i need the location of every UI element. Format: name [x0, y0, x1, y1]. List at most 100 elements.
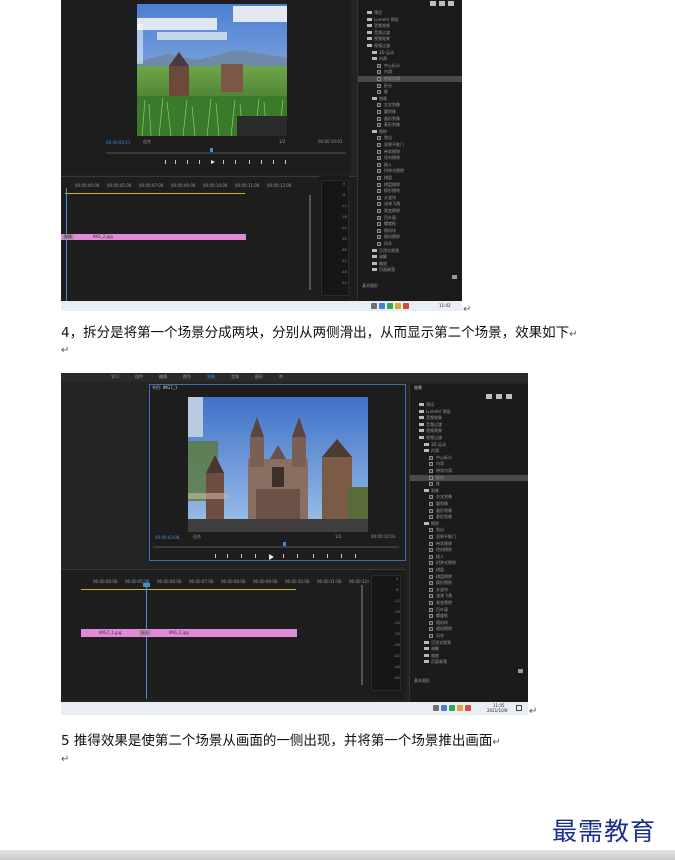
effects-folder[interactable]: 内滑 — [410, 448, 528, 454]
effects-folder[interactable]: 3D 运动 — [410, 442, 528, 448]
mark-in-icon[interactable] — [165, 160, 170, 164]
effects-item[interactable]: 随机块 — [410, 620, 528, 626]
tray-icon[interactable] — [403, 303, 409, 309]
filter-yuv-icon[interactable] — [448, 1, 454, 6]
effects-item[interactable]: 推 — [410, 481, 528, 487]
tray-icon[interactable] — [387, 303, 393, 309]
effects-folder[interactable]: 音频过渡 — [358, 30, 462, 36]
step-back-icon[interactable] — [199, 160, 204, 164]
effects-item[interactable]: 渐变擦除 — [410, 600, 528, 606]
scrub-bar[interactable] — [106, 152, 346, 154]
lift-icon[interactable] — [249, 160, 254, 164]
effects-folder[interactable]: Lumetri 预设 — [410, 409, 528, 415]
tray-icon[interactable] — [433, 705, 439, 711]
effects-folder[interactable]: 页面剥落 — [358, 267, 462, 273]
step-forward-icon[interactable] — [223, 160, 228, 164]
timeline-scrollbar[interactable] — [361, 585, 363, 685]
effects-item[interactable]: 楔形擦除 — [358, 188, 462, 194]
workspace-tab[interactable]: 组件 — [135, 374, 143, 380]
fit-dropdown[interactable]: 适合 — [143, 139, 151, 145]
effects-item[interactable]: 插入 — [410, 554, 528, 560]
effects-item[interactable]: 棋盘擦除 — [358, 182, 462, 188]
effects-item[interactable]: 盒形划像 — [410, 508, 528, 514]
work-area-bar[interactable] — [65, 193, 245, 194]
go-to-in-icon[interactable] — [241, 554, 246, 558]
effects-item[interactable]: 盒形划像 — [358, 116, 462, 122]
play-icon[interactable] — [211, 160, 215, 164]
essential-graphics-tab[interactable]: 基本图形 — [362, 283, 378, 289]
effects-item[interactable]: 螺旋框 — [358, 221, 462, 227]
effects-item[interactable]: 带状内滑 — [410, 468, 528, 474]
lift-icon[interactable] — [313, 554, 318, 558]
current-timecode[interactable]: 00:00:04:11 — [106, 140, 130, 145]
effects-item[interactable]: 划出 — [410, 527, 528, 533]
effects-folder[interactable]: 音频效果 — [410, 415, 528, 421]
workspace-tab[interactable]: 颜色 — [183, 374, 191, 380]
mark-out-icon[interactable] — [227, 554, 232, 558]
effects-item[interactable]: 划出 — [358, 135, 462, 141]
effects-folder[interactable]: 溶解 — [410, 646, 528, 652]
play-icon[interactable] — [269, 554, 274, 560]
step-back-icon[interactable] — [255, 554, 260, 558]
tray-icon[interactable] — [395, 303, 401, 309]
effects-item[interactable]: 双侧平推门 — [358, 142, 462, 148]
effects-item[interactable]: 带状内滑 — [358, 76, 462, 82]
timeline-playhead-head[interactable] — [143, 583, 150, 587]
effects-item[interactable]: 插入 — [358, 162, 462, 168]
effects-folder[interactable]: Lumetri 预设 — [358, 17, 462, 23]
effects-folder[interactable]: 预设 — [358, 10, 462, 16]
export-frame-icon[interactable] — [341, 554, 346, 558]
workspace-tab[interactable]: 学习 — [111, 374, 119, 380]
button-editor-icon[interactable] — [355, 554, 360, 558]
effects-item[interactable]: 楔形擦除 — [410, 580, 528, 586]
effects-item[interactable]: 交叉划像 — [410, 494, 528, 500]
effects-item[interactable]: 交叉划像 — [358, 102, 462, 108]
effects-item[interactable]: 随机块 — [358, 228, 462, 234]
timeline-playhead[interactable] — [66, 188, 67, 301]
timeline-scrollbar[interactable] — [309, 195, 311, 290]
go-to-out-icon[interactable] — [235, 160, 240, 164]
effects-item[interactable]: 百叶窗 — [410, 607, 528, 613]
effects-item[interactable]: 拆分 — [410, 474, 528, 481]
workspace-tab-active[interactable]: 效果 — [207, 374, 215, 380]
filter-32bit-icon[interactable] — [439, 1, 445, 6]
effects-item[interactable]: 百叶窗 — [358, 215, 462, 221]
effects-item[interactable]: 螺旋框 — [410, 613, 528, 619]
effects-item[interactable]: 推 — [358, 89, 462, 95]
go-to-out-icon[interactable] — [297, 554, 302, 558]
timeline-playhead[interactable] — [146, 583, 147, 699]
export-frame-icon[interactable] — [273, 160, 278, 164]
work-area-bar[interactable] — [81, 589, 296, 590]
extract-icon[interactable] — [327, 554, 332, 558]
effects-item[interactable]: 中心拆分 — [410, 455, 528, 461]
timeline-clip[interactable]: 图像 IMG_2.jpg — [61, 234, 246, 240]
effects-item[interactable]: 油漆飞溅 — [410, 593, 528, 599]
effects-item[interactable]: 菱形划像 — [358, 122, 462, 128]
effects-folder[interactable]: 视频效果 — [358, 36, 462, 42]
filter-yuv-icon[interactable] — [506, 394, 512, 399]
effects-item[interactable]: 内滑 — [410, 461, 528, 467]
current-timecode[interactable]: 00:00:03:08 — [155, 535, 179, 540]
fit-dropdown[interactable]: 适合 — [193, 534, 201, 540]
new-item-icon[interactable] — [452, 275, 457, 279]
effects-folder[interactable]: 沉浸式视频 — [410, 640, 528, 646]
effects-folder[interactable]: 音频过渡 — [410, 422, 528, 428]
effects-item[interactable]: 油漆飞溅 — [358, 201, 462, 207]
effects-folder[interactable]: 视频过渡 — [358, 43, 462, 49]
effects-panel-title[interactable]: 效果 — [414, 385, 422, 391]
effects-item[interactable]: 拆分 — [358, 83, 462, 89]
timeline-clip[interactable]: IMG7_1.jpg 拆分 IMG_2.jpg — [81, 629, 297, 637]
extract-icon[interactable] — [261, 160, 266, 164]
effects-folder[interactable]: 音频效果 — [358, 23, 462, 29]
effects-folder[interactable]: 擦除 — [358, 129, 462, 135]
timeline-ruler[interactable]: 00:00:00:00 00:00:05:00 00:00:07:00 00:0… — [61, 183, 311, 191]
effects-item[interactable]: 随机擦除 — [358, 234, 462, 240]
effects-item[interactable]: 中心拆分 — [358, 63, 462, 69]
effects-item[interactable]: 水波块 — [358, 195, 462, 201]
workspace-tab[interactable]: 编辑 — [159, 374, 167, 380]
effects-item[interactable]: 带状擦除 — [410, 541, 528, 547]
effects-item[interactable]: 时钟式擦除 — [358, 168, 462, 174]
go-to-in-icon[interactable] — [187, 160, 192, 164]
effects-folder[interactable]: 视频效果 — [410, 428, 528, 434]
effects-item[interactable]: 圆划像 — [358, 109, 462, 115]
